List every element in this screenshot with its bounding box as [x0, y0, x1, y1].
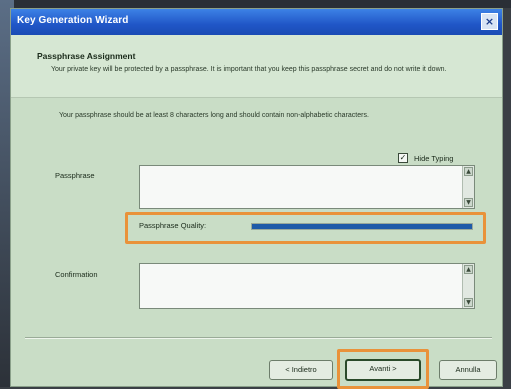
scroll-up-icon[interactable]: ▲: [464, 167, 473, 176]
passphrase-quality-bar: [251, 223, 473, 230]
passphrase-label: Passphrase: [55, 171, 95, 180]
key-generation-wizard-dialog: Key Generation Wizard × Passphrase Assig…: [10, 8, 503, 389]
window-title: Key Generation Wizard: [17, 15, 129, 26]
desktop-background-top: [0, 0, 511, 8]
title-bar[interactable]: Key Generation Wizard ×: [11, 9, 502, 35]
back-button[interactable]: < Indietro: [269, 360, 333, 380]
page-description: Your private key will be protected by a …: [51, 66, 447, 73]
close-icon: ×: [484, 15, 495, 28]
cancel-button[interactable]: Annulla: [439, 360, 497, 380]
footer-divider: [25, 337, 492, 339]
passphrase-instructions: Your passphrase should be at least 8 cha…: [59, 112, 369, 119]
hide-typing-label: Hide Typing: [414, 153, 454, 163]
scroll-up-icon[interactable]: ▲: [464, 265, 473, 274]
passphrase-quality-fill: [252, 224, 472, 229]
passphrase-quality-label: Passphrase Quality:: [139, 221, 207, 230]
next-button[interactable]: Avanti >: [345, 359, 421, 381]
checkbox-check-icon[interactable]: ✓: [398, 153, 408, 163]
confirmation-scrollbar[interactable]: ▲ ▼: [462, 264, 474, 308]
confirmation-input[interactable]: ▲ ▼: [139, 263, 475, 309]
passphrase-scrollbar[interactable]: ▲ ▼: [462, 166, 474, 208]
confirmation-label: Confirmation: [55, 270, 98, 279]
scroll-down-icon[interactable]: ▼: [464, 298, 473, 307]
scroll-down-icon[interactable]: ▼: [464, 198, 473, 207]
hide-typing-checkbox[interactable]: ✓ Hide Typing: [398, 153, 453, 163]
passphrase-input[interactable]: ▲ ▼: [139, 165, 475, 209]
page-title: Passphrase Assignment: [37, 51, 136, 61]
wizard-header: Passphrase Assignment Your private key w…: [11, 35, 502, 98]
close-button[interactable]: ×: [481, 13, 498, 30]
